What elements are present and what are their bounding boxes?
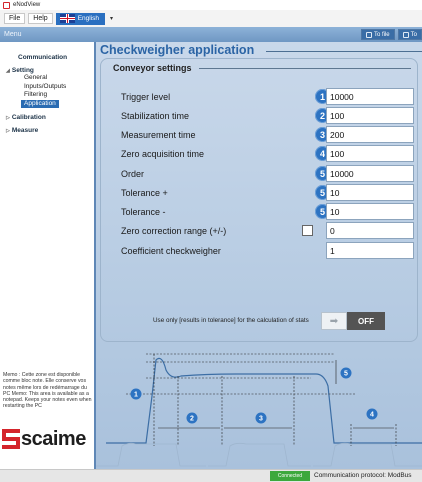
sidebar-item-calibration[interactable]: ▷ Calibration — [0, 114, 94, 121]
row-trigger-level: Trigger level 1 — [121, 88, 414, 106]
measure-label: Measure — [11, 127, 39, 134]
collapsed-icon: ▷ — [6, 115, 10, 121]
title-divider — [266, 51, 422, 52]
toggle-state: OFF — [347, 312, 385, 330]
title-bar: eNodView — [0, 0, 422, 10]
stats-option: Use only [results in tolerance] for the … — [153, 311, 413, 331]
calibration-label: Calibration — [11, 114, 46, 121]
top-actions: To file To — [360, 29, 422, 40]
brand-name: scaime — [21, 427, 86, 450]
scaime-logo: scaime — [2, 424, 94, 454]
row-coefficient: Coefficient checkweigher — [121, 242, 414, 260]
setting-label: Setting — [11, 67, 34, 74]
device-icon — [402, 31, 409, 38]
measurement-time-label: Measurement time — [121, 130, 196, 140]
sidebar-nav: Communication ◢ Setting General Inputs/Ou… — [0, 42, 94, 134]
expanded-icon: ◢ — [6, 68, 10, 74]
status-bar: Connected Communication protocol: ModBus — [0, 469, 422, 482]
row-stabilization-time: Stabilization time 2 — [121, 107, 414, 125]
sidebar-item-communication[interactable]: Communication — [0, 54, 94, 61]
menu-label: Menu — [4, 31, 22, 38]
menu-file[interactable]: File — [4, 13, 26, 24]
to-device-button[interactable]: To — [397, 29, 422, 40]
header-bar: Menu To file To — [0, 27, 422, 42]
conveyor-settings-panel: Conveyor settings Trigger level 1 Stabil… — [100, 58, 418, 342]
to-file-label: To file — [373, 31, 390, 38]
arrow-right-icon: ➡ — [321, 312, 347, 330]
panel-divider — [199, 68, 411, 69]
stats-toggle[interactable]: ➡ OFF — [321, 312, 385, 330]
order-input[interactable] — [326, 165, 414, 182]
coefficient-label: Coefficient checkweigher — [121, 246, 221, 256]
menu-help[interactable]: Help — [28, 13, 53, 24]
order-label: Order — [121, 169, 145, 179]
connection-status-badge: Connected — [270, 471, 310, 481]
sidebar-item-measure[interactable]: ▷ Measure — [0, 127, 94, 134]
window-title: eNodView — [13, 2, 41, 8]
row-zero-correction: Zero correction range (+/-) — [121, 222, 414, 240]
sidebar: Communication ◢ Setting General Inputs/Ou… — [0, 42, 96, 469]
zero-acquisition-time-label: Zero acquisition time — [121, 149, 205, 159]
tolerance-plus-label: Tolerance + — [121, 188, 168, 198]
timing-diagram: 1 2 3 4 5 — [96, 353, 422, 467]
diagram-badge-4: 4 — [370, 412, 374, 419]
mini-signal-previews — [96, 442, 422, 467]
page-title: Checkweigher application — [100, 43, 255, 57]
language-selector[interactable]: English — [55, 12, 106, 25]
trigger-level-label: Trigger level — [121, 92, 171, 102]
zero-acquisition-time-input[interactable] — [326, 145, 414, 162]
to-file-button[interactable]: To file — [360, 29, 395, 40]
zero-correction-label: Zero correction range (+/-) — [121, 226, 227, 236]
diagram-badge-2: 2 — [190, 416, 194, 423]
stabilization-time-label: Stabilization time — [121, 111, 190, 121]
diagram-badge-3: 3 — [259, 416, 263, 423]
row-order: Order 5 — [121, 165, 414, 183]
dimension-lines — [126, 353, 397, 446]
chevron-down-icon[interactable]: ▾ — [110, 15, 113, 22]
protocol-status: Communication protocol: ModBus — [314, 472, 412, 479]
sidebar-item-general[interactable]: General — [0, 74, 94, 83]
tolerance-minus-label: Tolerance - — [121, 207, 166, 217]
main-content: Checkweigher application Conveyor settin… — [96, 42, 422, 469]
tolerance-minus-input[interactable] — [326, 203, 414, 220]
uk-flag-icon — [59, 14, 75, 23]
memo-notepad[interactable]: Memo : Cette zone est disponible comme b… — [3, 372, 93, 410]
to-device-label: To — [410, 31, 417, 38]
menu-bar: File Help English ▾ — [0, 10, 422, 27]
sidebar-item-application[interactable]: Application — [21, 99, 59, 108]
diagram-badge-5: 5 — [344, 371, 348, 378]
weight-signal-curve — [106, 357, 422, 444]
zero-correction-checkbox[interactable] — [302, 225, 313, 236]
sidebar-item-filtering[interactable]: Filtering — [0, 91, 94, 100]
collapsed-icon: ▷ — [6, 128, 10, 134]
app-logo-icon — [3, 1, 10, 9]
row-tolerance-minus: Tolerance - 5 — [121, 203, 414, 221]
sidebar-item-inputs-outputs[interactable]: Inputs/Outputs — [0, 83, 94, 92]
zero-correction-input[interactable] — [326, 222, 414, 239]
stats-option-label: Use only [results in tolerance] for the … — [153, 317, 309, 324]
row-measurement-time: Measurement time 3 — [121, 126, 414, 144]
save-icon — [365, 31, 372, 38]
panel-title: Conveyor settings — [113, 63, 192, 73]
diagram-badge-1: 1 — [134, 392, 138, 399]
coefficient-input[interactable] — [326, 242, 414, 259]
sidebar-item-setting[interactable]: ◢ Setting — [0, 67, 94, 74]
row-zero-acquisition-time: Zero acquisition time 4 — [121, 145, 414, 163]
measurement-time-input[interactable] — [326, 126, 414, 143]
scaime-logo-icon — [2, 428, 20, 450]
stabilization-time-input[interactable] — [326, 107, 414, 124]
trigger-level-input[interactable] — [326, 88, 414, 105]
language-label: English — [77, 15, 100, 22]
row-tolerance-plus: Tolerance + 5 — [121, 184, 414, 202]
tolerance-plus-input[interactable] — [326, 184, 414, 201]
